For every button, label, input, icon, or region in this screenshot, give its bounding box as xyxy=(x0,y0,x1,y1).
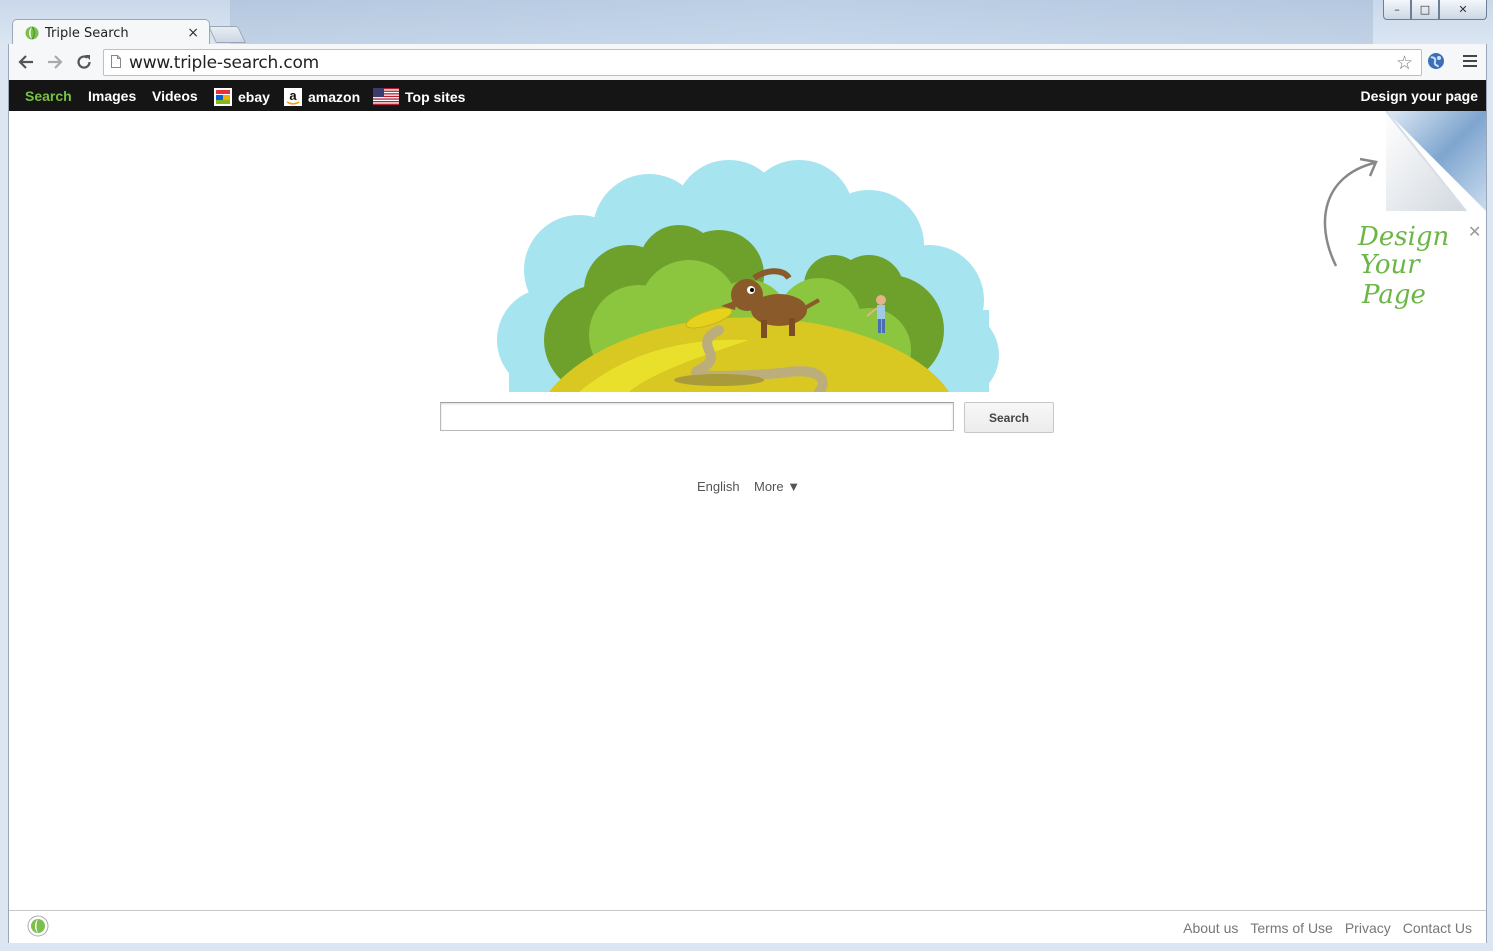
nav-images-label: Images xyxy=(88,88,137,104)
page-viewport: Search Images Videos ebay a amazon Top s… xyxy=(8,80,1487,943)
browser-menu-icon[interactable] xyxy=(1463,55,1477,70)
browser-toolbar: www.triple-search.com ☆ xyxy=(8,44,1487,80)
url-text: www.triple-search.com xyxy=(129,53,320,73)
amazon-icon: a xyxy=(284,88,302,106)
nav-amazon-label: amazon xyxy=(308,89,361,105)
titlebar-background xyxy=(230,0,1373,44)
us-flag-icon xyxy=(373,88,399,105)
nav-ebay[interactable]: ebay xyxy=(214,88,270,106)
ebay-icon xyxy=(214,88,232,106)
footer-terms-link[interactable]: Terms of Use xyxy=(1250,920,1332,936)
triple-search-favicon-icon xyxy=(25,26,39,40)
nav-top-sites-label: Top sites xyxy=(405,88,466,105)
close-window-button[interactable]: ✕ xyxy=(1439,0,1487,20)
design-your-page-promo[interactable]: Design Your Page ✕ xyxy=(1286,111,1486,321)
nav-videos-label: Videos xyxy=(152,88,198,104)
search-input[interactable] xyxy=(440,402,954,431)
footer-contact-link[interactable]: Contact Us xyxy=(1403,920,1472,936)
page-icon xyxy=(111,55,121,68)
forward-arrow-icon[interactable] xyxy=(44,51,66,73)
bookmark-star-icon[interactable]: ☆ xyxy=(1396,52,1413,75)
triple-search-logo-icon xyxy=(27,915,49,937)
tab-title: Triple Search xyxy=(45,25,129,41)
browser-tab[interactable]: Triple Search × xyxy=(12,19,210,46)
language-link-english[interactable]: English xyxy=(697,479,740,494)
window-controls: – □ ✕ xyxy=(1383,0,1487,20)
search-button[interactable]: Search xyxy=(964,402,1054,433)
nav-top-sites[interactable]: Top sites xyxy=(373,88,465,105)
promo-line-3: Page xyxy=(1361,280,1426,310)
nav-search[interactable]: Search xyxy=(25,88,72,104)
back-arrow-icon[interactable] xyxy=(15,51,37,73)
nav-search-label: Search xyxy=(25,88,72,104)
nav-images[interactable]: Images xyxy=(88,88,136,104)
globe-extension-icon[interactable] xyxy=(1427,52,1445,70)
nav-videos[interactable]: Videos xyxy=(152,88,198,104)
maximize-button[interactable]: □ xyxy=(1411,0,1439,20)
nav-amazon[interactable]: a amazon xyxy=(284,88,360,106)
promo-close-icon: ✕ xyxy=(1468,222,1481,241)
footer-privacy-link[interactable]: Privacy xyxy=(1345,920,1391,936)
minimize-button[interactable]: – xyxy=(1383,0,1411,20)
promo-line-1: Design xyxy=(1357,222,1449,252)
hero-illustration xyxy=(497,160,999,392)
footer-links: About us Terms of Use Privacy Contact Us xyxy=(1183,920,1472,936)
design-your-page-link[interactable]: Design your page xyxy=(1361,88,1478,104)
page-footer: About us Terms of Use Privacy Contact Us xyxy=(9,910,1486,943)
site-navbar: Search Images Videos ebay a amazon Top s… xyxy=(9,80,1486,111)
promo-line-2: Your xyxy=(1360,250,1421,280)
svg-text:a: a xyxy=(289,88,297,103)
shadow xyxy=(674,374,764,386)
footer-about-us-link[interactable]: About us xyxy=(1183,920,1238,936)
reload-icon[interactable] xyxy=(73,51,95,73)
tab-close-icon[interactable]: × xyxy=(187,25,199,41)
more-languages-dropdown[interactable]: More ▼ xyxy=(754,479,800,494)
browser-window: – □ ✕ Triple Search × www.triple-search.… xyxy=(0,0,1493,951)
address-bar[interactable]: www.triple-search.com ☆ xyxy=(103,49,1422,76)
nav-ebay-label: ebay xyxy=(238,89,270,105)
